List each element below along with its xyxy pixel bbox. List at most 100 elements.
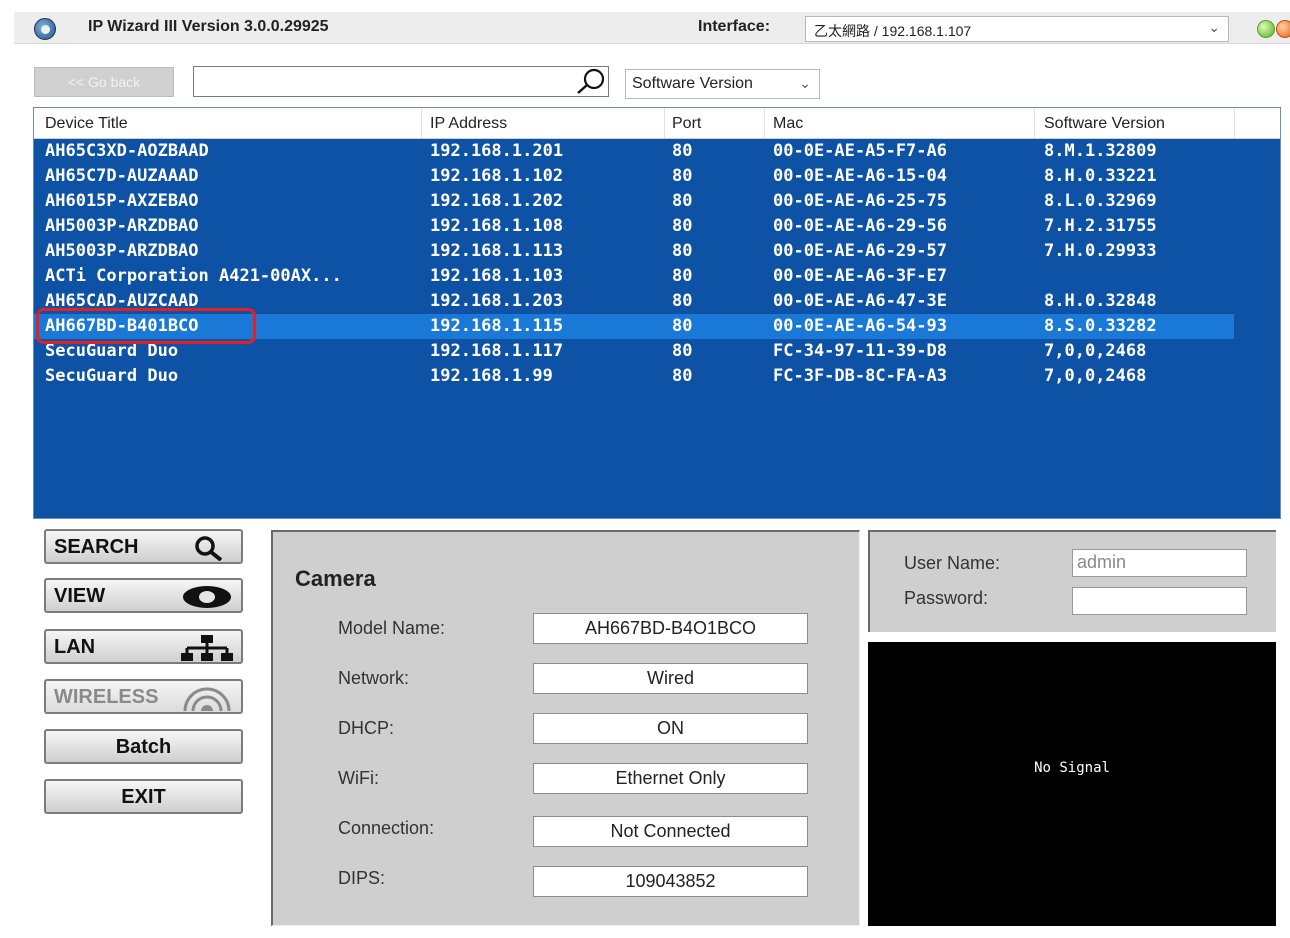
column-header-software-version[interactable]: Software Version <box>1044 115 1165 135</box>
connection-field[interactable]: Not Connected <box>533 816 808 847</box>
network-icon <box>181 635 233 661</box>
wifi-field[interactable]: Ethernet Only <box>533 763 808 794</box>
cell-port: 80 <box>672 366 693 386</box>
go-back-button[interactable]: << Go back <box>34 67 174 97</box>
cell-device-title: AH6015P-AXZEBAO <box>45 191 199 211</box>
view-button[interactable]: VIEW <box>44 578 243 613</box>
column-select[interactable]: Software Version ⌄ <box>625 69 820 99</box>
column-header-ip-address[interactable]: IP Address <box>430 115 507 135</box>
search-input[interactable] <box>193 66 609 97</box>
cell-port: 80 <box>672 141 693 161</box>
interface-select-value: 乙太網路 / 192.168.1.107 <box>814 23 972 39</box>
cell-mac: 00-0E-AE-A6-54-93 <box>773 316 947 336</box>
login-panel: User Name: admin Password: <box>868 530 1276 632</box>
cell-device-title: AH65C3XD-AOZBAAD <box>45 141 209 161</box>
wireless-button[interactable]: WIRELESS <box>44 679 243 714</box>
chevron-down-icon: ⌄ <box>799 75 811 91</box>
cell-mac: 00-0E-AE-A6-25-75 <box>773 191 947 211</box>
table-row[interactable]: AH65C3XD-AOZBAAD 192.168.1.201 80 00-0E-… <box>34 139 1234 164</box>
cell-port: 80 <box>672 316 693 336</box>
cell-ip-address: 192.168.1.115 <box>430 316 564 336</box>
cell-mac: 00-0E-AE-A5-F7-A6 <box>773 141 947 161</box>
cell-mac: 00-0E-AE-A6-47-3E <box>773 291 947 311</box>
cell-ip-address: 192.168.1.201 <box>430 141 564 161</box>
camera-heading: Camera <box>295 566 376 591</box>
interface-select[interactable]: 乙太網路 / 192.168.1.107 ⌄ <box>805 16 1229 42</box>
cell-device-title: AH65C7D-AUZAAAD <box>45 166 199 186</box>
column-header-port[interactable]: Port <box>672 115 701 135</box>
cell-mac: 00-0E-AE-A6-29-57 <box>773 241 947 261</box>
cell-ip-address: 192.168.1.103 <box>430 266 564 286</box>
camera-info-panel: Camera Model Name: AH667BD-B4O1BCO Netwo… <box>271 530 860 926</box>
wifi-label: WiFi: <box>338 768 379 788</box>
status-green-icon <box>1257 20 1275 38</box>
interface-label: Interface: <box>698 18 771 35</box>
exit-button[interactable]: EXIT <box>44 779 243 814</box>
lan-button-label: LAN <box>54 636 96 658</box>
cell-device-title: AH5003P-ARZDBAO <box>45 241 199 261</box>
cell-device-title: AH5003P-ARZDBAO <box>45 216 199 236</box>
search-icon <box>195 536 223 561</box>
cell-port: 80 <box>672 191 693 211</box>
video-preview[interactable]: No Signal <box>868 642 1276 926</box>
table-row[interactable]: AH65C7D-AUZAAAD 192.168.1.102 80 00-0E-A… <box>34 164 1234 189</box>
no-signal-text: No Signal <box>1034 760 1110 776</box>
dips-label: DIPS: <box>338 868 386 888</box>
table-row[interactable]: AH6015P-AXZEBAO 192.168.1.202 80 00-0E-A… <box>34 189 1234 214</box>
search-button[interactable]: SEARCH <box>44 529 243 564</box>
cell-ip-address: 192.168.1.99 <box>430 366 553 386</box>
cell-software-version: 7.H.0.29933 <box>1044 241 1157 261</box>
cell-software-version: 8.H.0.32848 <box>1044 291 1157 311</box>
eye-icon <box>183 586 231 608</box>
cell-ip-address: 192.168.1.102 <box>430 166 564 186</box>
cell-port: 80 <box>672 241 693 261</box>
selection-highlight-annotation <box>36 308 256 344</box>
connection-label: Connection: <box>338 818 435 838</box>
column-header-device-title[interactable]: Device Title <box>45 115 128 135</box>
cell-ip-address: 192.168.1.117 <box>430 341 564 361</box>
cell-software-version: 8.S.0.33282 <box>1044 316 1157 336</box>
password-input[interactable] <box>1072 587 1247 615</box>
column-header-mac[interactable]: Mac <box>773 115 803 135</box>
cell-software-version: 8.L.0.32969 <box>1044 191 1157 211</box>
cell-mac: 00-0E-AE-A6-29-56 <box>773 216 947 236</box>
cell-device-title: SecuGuard Duo <box>45 366 179 386</box>
status-orange-icon <box>1276 20 1290 38</box>
cell-mac: 00-0E-AE-A6-15-04 <box>773 166 947 186</box>
cell-device-title: SecuGuard Duo <box>45 341 179 361</box>
cell-ip-address: 192.168.1.113 <box>430 241 564 261</box>
cell-mac: 00-0E-AE-A6-3F-E7 <box>773 266 947 286</box>
cell-ip-address: 192.168.1.203 <box>430 291 564 311</box>
wifi-icon <box>183 687 231 711</box>
cell-software-version: 7,0,0,2468 <box>1044 341 1147 361</box>
dhcp-field[interactable]: ON <box>533 713 808 744</box>
cell-port: 80 <box>672 216 693 236</box>
cell-software-version: 8.M.1.32809 <box>1044 141 1157 161</box>
cell-port: 80 <box>672 266 693 286</box>
model-name-field[interactable]: AH667BD-B4O1BCO <box>533 613 808 644</box>
cell-software-version: 7,0,0,2468 <box>1044 366 1147 386</box>
batch-button-label: Batch <box>115 736 172 758</box>
view-button-label: VIEW <box>54 585 106 607</box>
app-logo-icon <box>34 18 56 40</box>
exit-button-label: EXIT <box>121 786 166 808</box>
search-button-label: SEARCH <box>54 536 139 558</box>
network-field[interactable]: Wired <box>533 663 808 694</box>
username-input[interactable]: admin <box>1072 549 1247 577</box>
batch-button[interactable]: Batch <box>44 729 243 764</box>
table-row[interactable]: AH5003P-ARZDBAO 192.168.1.113 80 00-0E-A… <box>34 239 1234 264</box>
wireless-button-label: WIRELESS <box>54 686 159 708</box>
model-name-label: Model Name: <box>338 618 446 638</box>
table-row[interactable]: ACTi Corporation A421-00AX... 192.168.1.… <box>34 264 1234 289</box>
password-label: Password: <box>904 588 989 608</box>
search-icon[interactable] <box>575 67 607 95</box>
lan-button[interactable]: LAN <box>44 629 243 664</box>
table-row[interactable]: AH5003P-ARZDBAO 192.168.1.108 80 00-0E-A… <box>34 214 1234 239</box>
table-row[interactable]: SecuGuard Duo 192.168.1.99 80 FC-3F-DB-8… <box>34 364 1234 389</box>
title-bar: IP Wizard III Version 3.0.0.29925 Interf… <box>14 12 1290 44</box>
network-label: Network: <box>338 668 410 688</box>
column-select-value: Software Version <box>632 75 753 92</box>
dhcp-label: DHCP: <box>338 718 395 738</box>
dips-field[interactable]: 109043852 <box>533 866 808 897</box>
cell-port: 80 <box>672 341 693 361</box>
